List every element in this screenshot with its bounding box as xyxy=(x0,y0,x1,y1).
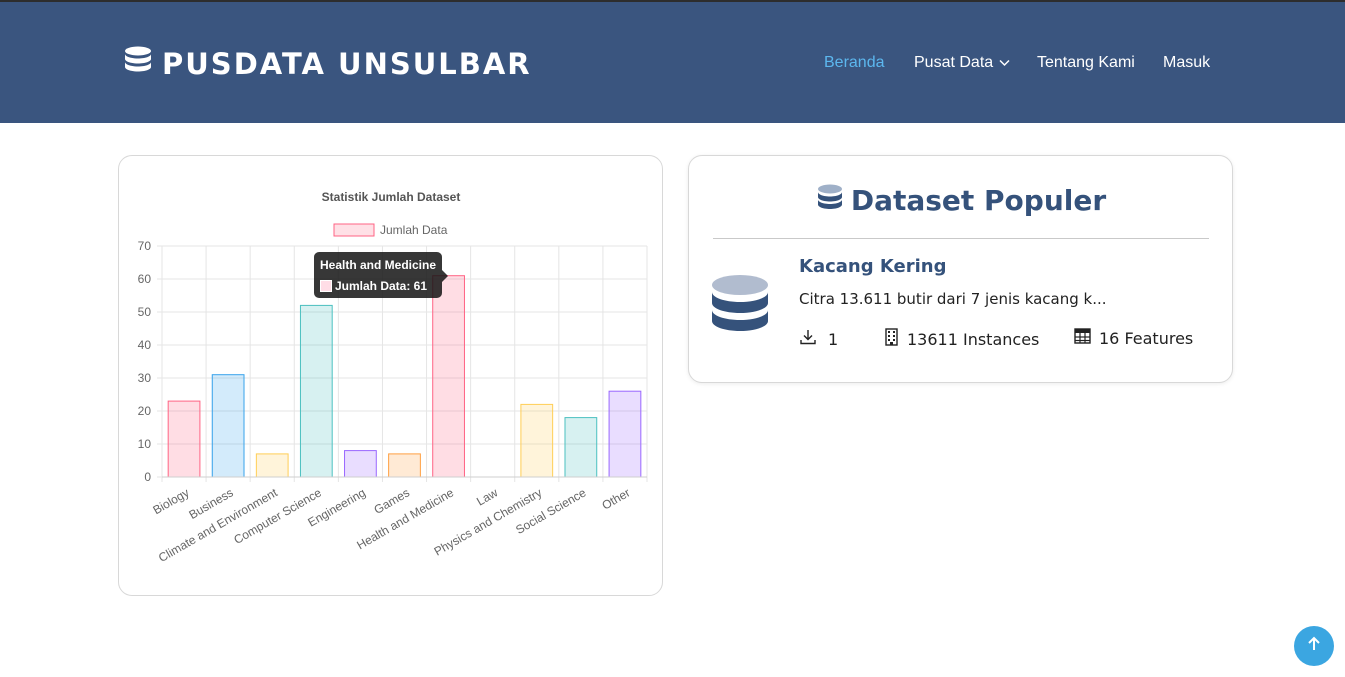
x-tick-label: Biology xyxy=(150,485,191,517)
database-icon xyxy=(817,184,843,217)
chart-title: Statistik Jumlah Dataset xyxy=(322,190,461,204)
bar-biology xyxy=(167,400,201,478)
bar-physics-and-chemistry xyxy=(520,403,554,478)
dataset-statistics-chart: Statistik Jumlah Dataset Jumlah Data 0 10 20… xyxy=(138,190,648,565)
y-tick-label: 0 xyxy=(144,470,151,484)
legend-label: Jumlah Data xyxy=(380,223,448,237)
bar-climate-and-environment xyxy=(255,453,289,478)
tooltip-caret xyxy=(442,270,448,282)
x-tick-label: Law xyxy=(474,485,500,508)
database-icon xyxy=(124,46,152,81)
bar-social-science xyxy=(564,417,598,478)
brand-logo[interactable]: PUSDATA UNSULBAR xyxy=(124,46,532,81)
nav-pusat-data-label: Pusat Data xyxy=(914,54,994,71)
popular-dataset-card: Dataset Populer Kacang Kering Citra 13.6… xyxy=(688,155,1233,383)
chart-card: Statistik Jumlah Dataset Jumlah Data 0 10 20… xyxy=(118,155,663,596)
download-icon xyxy=(799,328,817,350)
nav-tentang-kami[interactable]: Tentang Kami xyxy=(1037,54,1163,72)
y-tick-label: 60 xyxy=(138,272,152,286)
y-tick-label: 20 xyxy=(138,404,152,418)
brand-name: PUSDATA UNSULBAR xyxy=(162,46,532,81)
bar-games xyxy=(388,453,421,478)
features-meta: 16 Features xyxy=(1074,328,1193,348)
tooltip-title: Health and Medicine xyxy=(320,258,437,272)
popular-title: Dataset Populer xyxy=(689,184,1234,217)
y-tick-label: 40 xyxy=(138,338,152,352)
divider xyxy=(713,238,1209,239)
nav-pusat-data[interactable]: Pusat Data xyxy=(914,54,1037,72)
tooltip-swatch xyxy=(320,280,332,292)
y-tick-label: 70 xyxy=(138,239,152,253)
y-tick-label: 50 xyxy=(138,305,152,319)
building-icon xyxy=(885,328,898,350)
instances-meta: 13611 Instances xyxy=(885,328,1039,350)
popular-title-text: Dataset Populer xyxy=(850,184,1107,217)
downloads-count: 1 xyxy=(828,329,839,349)
dataset-description: Citra 13.611 butir dari 7 jenis kacang k… xyxy=(799,290,1107,308)
instances-count: 13611 Instances xyxy=(907,329,1040,349)
legend-swatch xyxy=(333,223,375,237)
y-tick-label: 10 xyxy=(138,437,152,451)
main-nav: Beranda Pusat Data Tentang Kami Masuk xyxy=(824,54,1210,72)
dataset-name-link[interactable]: Kacang Kering xyxy=(799,256,946,277)
arrow-up-icon xyxy=(1307,636,1321,657)
features-count: 16 Features xyxy=(1099,328,1194,348)
scroll-to-top-button[interactable] xyxy=(1294,626,1334,666)
bar-engineering xyxy=(344,450,377,478)
bar-health-and-medicine xyxy=(432,275,465,478)
popular-dataset-item[interactable]: Kacang Kering Citra 13.611 butir dari 7 … xyxy=(711,254,1211,364)
bar-business xyxy=(211,374,245,478)
tooltip-body: Jumlah Data: 61 xyxy=(320,279,427,293)
chevron-down-icon xyxy=(999,54,1010,72)
x-tick-label: Other xyxy=(599,485,632,512)
chart-tooltip: Health and Medicine Jumlah Data: 61 xyxy=(314,252,448,298)
table-icon xyxy=(1074,328,1091,348)
nav-beranda[interactable]: Beranda xyxy=(824,54,914,72)
tooltip-label: Jumlah Data: 61 xyxy=(335,279,428,293)
downloads-meta: 1 xyxy=(799,328,838,350)
top-navbar: PUSDATA UNSULBAR Beranda Pusat Data Tent… xyxy=(0,0,1345,123)
nav-masuk[interactable]: Masuk xyxy=(1163,54,1210,72)
y-tick-label: 30 xyxy=(138,371,152,385)
database-icon xyxy=(711,274,769,345)
bar-other xyxy=(608,390,642,478)
bar-computer-science xyxy=(299,304,333,478)
